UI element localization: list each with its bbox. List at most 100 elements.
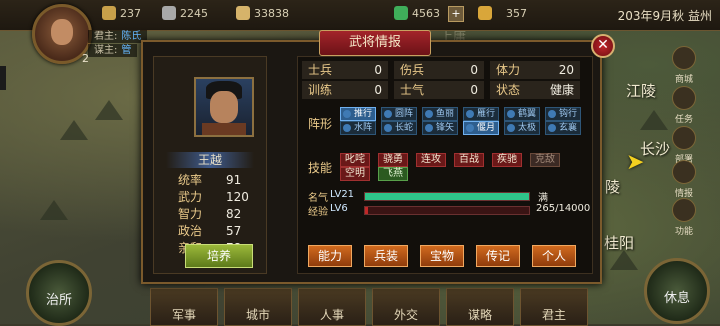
status-value: 0 [374,83,382,97]
formation-icon [384,124,392,132]
tab-label: 城市 [245,308,270,322]
status-label: 体力 [496,63,521,77]
formation-icon [343,124,351,132]
formation-icon [466,110,474,118]
formation-icon [343,110,351,118]
equipment-button[interactable]: 兵装 [364,245,408,267]
formation-tuixing[interactable]: 推行 [340,107,377,121]
formation-taiji[interactable]: 太极 [504,121,541,135]
status-wounded: 伤兵 0 [394,61,484,79]
formation-xuanxiang[interactable]: 玄襄 [545,121,582,135]
skill-feiyan[interactable]: 飞燕 [378,167,408,181]
formation-label-text: 玄襄 [559,123,578,133]
tab-label: 外交 [393,308,418,322]
tab-military[interactable]: 军事 [150,288,218,326]
stat-label: 武力 [178,190,203,204]
formation-yuanzhen[interactable]: 圆阵 [381,107,418,121]
exp-value: 265/14000 [536,203,591,214]
status-value: 0 [374,63,382,77]
fame-level: LV21 [330,189,355,200]
formation-shuizhen[interactable]: 水阵 [340,121,377,135]
skill-jichi[interactable]: 疾驰 [492,153,522,167]
bottom-command-bar: 军事 城市 人事 外交 谋略 君主 [150,288,590,326]
side-drawer-handle[interactable] [0,66,6,90]
ability-button[interactable]: 能力 [308,245,352,267]
skill-kongming[interactable]: 空明 [340,167,370,181]
city-guiyang[interactable]: 桂阳 [604,232,634,253]
status-value: 健康 [549,83,574,97]
rest-label: 休息 [663,291,690,306]
side-item-shop[interactable]: 商城 [664,46,704,85]
add-jade-button[interactable]: + [448,6,464,22]
advisor-label: 谋主: [94,45,118,56]
city-ling[interactable]: 陵 [605,176,620,197]
formation-icon [548,124,556,132]
skill-chizha[interactable]: 叱咤 [340,153,370,167]
gold-value: 357 [506,7,527,20]
formation-changshe[interactable]: 长蛇 [381,121,418,135]
side-item-tasks[interactable]: 任务 [664,86,704,125]
formation-icon [384,110,392,118]
skill-kedi[interactable]: 克敌 [530,153,560,167]
biography-button[interactable]: 传记 [476,245,520,267]
skill-liangong[interactable]: 连攻 [416,153,446,167]
skill-baizhan[interactable]: 百战 [454,153,484,167]
exp-label: 经验 [308,207,328,218]
lord-info: 君主: 陈氏 [88,30,148,43]
stat-value: 57 [226,224,242,238]
skill-label: 技能 [308,161,333,175]
tab-diplomacy[interactable]: 外交 [372,288,440,326]
side-item-functions[interactable]: 功能 [664,198,704,237]
formation-label-text: 雁行 [477,109,496,119]
stat-label: 政治 [178,224,203,238]
dialog-title-banner: 武将情报 [319,30,431,56]
exp-bar [364,206,530,215]
mountain-decoration [95,100,123,120]
close-button[interactable]: ✕ [591,34,615,58]
tab-lord[interactable]: 君主 [520,288,588,326]
formation-icon [548,110,556,118]
tab-personnel[interactable]: 人事 [298,288,366,326]
formation-fengshi[interactable]: 锋矢 [422,121,459,135]
status-label: 训练 [308,83,333,97]
mountain-decoration [40,200,68,220]
side-item-label: 任务 [674,115,693,125]
status-value: 0 [470,83,478,97]
formation-yanyue[interactable]: 偃月 [463,121,500,135]
lord-label: 君主: [94,31,118,42]
stat-label: 智力 [178,207,203,221]
formation-heyi[interactable]: 鹤翼 [504,107,541,121]
government-button[interactable]: 治所 [26,260,92,326]
deploy-icon [672,126,696,150]
tab-city[interactable]: 城市 [224,288,292,326]
tab-strategy[interactable]: 谋略 [446,288,514,326]
skill-xiaoyong[interactable]: 骁勇 [378,153,408,167]
expand-arrow-icon[interactable]: ➤ [626,150,644,175]
lord-value: 陈氏 [121,31,142,42]
formation-label-text: 长蛇 [395,123,414,133]
formation-gouxing[interactable]: 钩行 [545,107,582,121]
portrait-face [210,91,238,123]
status-label: 伤兵 [400,63,425,77]
status-stamina: 体力 20 [490,61,580,79]
formation-label-text: 钩行 [559,109,578,119]
formation-yuli[interactable]: 鱼丽 [422,107,459,121]
date-location: 203年9月秋 益州 [617,9,712,23]
jade-value: 4563 [412,7,440,20]
personal-button[interactable]: 个人 [532,245,576,267]
rest-button[interactable]: 休息 [644,258,710,324]
treasure-button[interactable]: 宝物 [420,245,464,267]
stat-leadership: 统率 91 [178,172,258,188]
side-item-label: 商城 [674,75,693,85]
portrait-body [202,123,246,135]
status-soldiers: 士兵 0 [302,61,388,79]
status-value: 20 [558,63,574,77]
side-item-intel[interactable]: 情报 [664,160,704,199]
stat-label: 统率 [178,173,203,187]
avatar-face [51,19,73,45]
city-jiangling[interactable]: 江陵 [626,80,656,101]
formation-label-text: 鱼丽 [436,109,455,119]
resource-3-value: 33838 [254,7,289,20]
formation-yanxing[interactable]: 雁行 [463,107,500,121]
train-button[interactable]: 培养 [185,244,253,268]
